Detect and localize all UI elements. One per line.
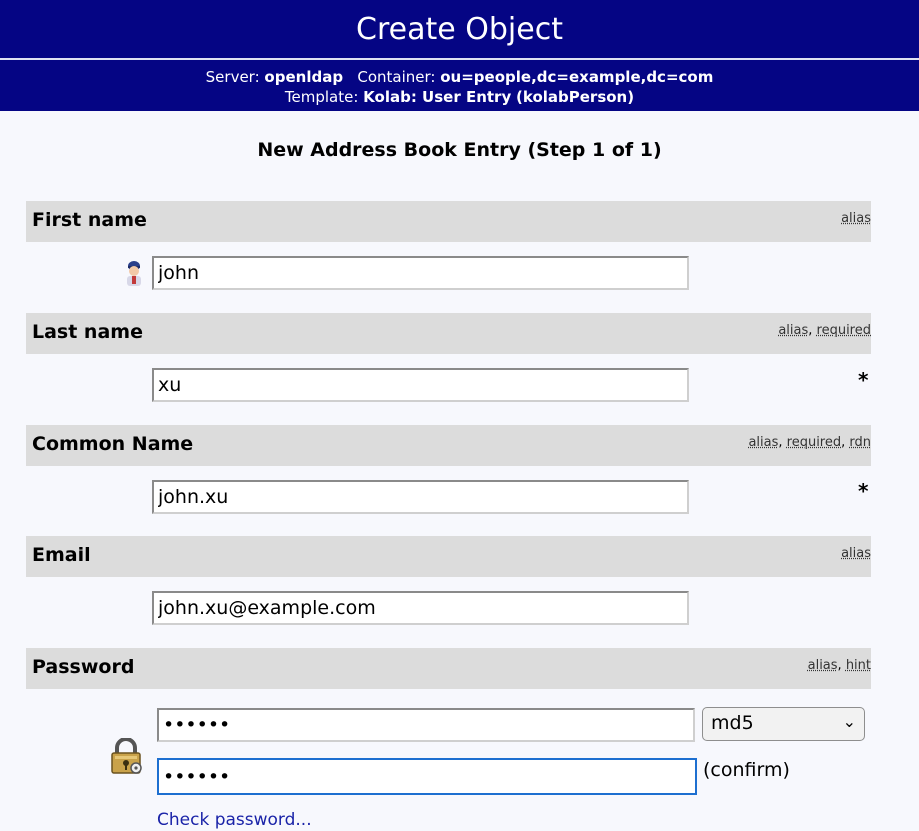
server-container-line: Server: openldap Container: ou=people,dc… xyxy=(0,67,919,87)
rdn-flag[interactable]: rdn xyxy=(849,435,871,450)
template-line: Template: Kolab: User Entry (kolabPerson… xyxy=(0,87,919,107)
common-name-section: Common Name alias, required, rdn xyxy=(26,425,871,466)
template-value: Kolab: User Entry xyxy=(363,88,512,106)
first-name-flags: alias xyxy=(841,211,871,226)
common-name-flags: alias, required, rdn xyxy=(748,435,871,450)
last-name-section: Last name alias, required xyxy=(26,313,871,354)
alias-flag[interactable]: alias xyxy=(778,323,808,338)
check-password-link[interactable]: Check password... xyxy=(157,810,312,830)
user-icon xyxy=(127,261,141,286)
server-value: openldap xyxy=(264,68,344,86)
first-name-section: First name alias xyxy=(26,201,871,242)
first-name-input[interactable] xyxy=(152,256,689,290)
alias-flag[interactable]: alias xyxy=(808,658,838,673)
required-flag[interactable]: required xyxy=(787,435,841,450)
common-name-input[interactable] xyxy=(152,480,689,514)
hint-flag[interactable]: hint xyxy=(846,658,871,673)
page-title: Create Object xyxy=(0,0,919,60)
form-heading: New Address Book Entry (Step 1 of 1) xyxy=(257,139,662,161)
lock-icon xyxy=(111,738,142,774)
template-label: Template: xyxy=(284,88,359,106)
confirm-label: (confirm) xyxy=(703,759,790,781)
password-input[interactable] xyxy=(157,708,695,742)
alias-flag[interactable]: alias xyxy=(841,546,871,561)
chevron-down-icon: ⌄ xyxy=(842,712,856,731)
email-flags: alias xyxy=(841,546,871,561)
last-name-flags: alias, required xyxy=(778,323,871,338)
required-marker: * xyxy=(858,368,869,392)
alias-flag[interactable]: alias xyxy=(841,211,871,226)
server-label: Server: xyxy=(205,68,260,86)
password-section: Password alias, hint xyxy=(26,648,871,689)
required-marker: * xyxy=(858,479,869,503)
email-input[interactable] xyxy=(152,591,689,625)
last-name-input[interactable] xyxy=(152,368,689,402)
first-name-label: First name xyxy=(32,209,147,231)
alias-flag[interactable]: alias xyxy=(748,435,778,450)
common-name-label: Common Name xyxy=(32,433,194,455)
container-value: ou=people,dc=example,dc=com xyxy=(440,68,714,86)
email-section: Email alias xyxy=(26,536,871,577)
server-info-bar: Server: openldap Container: ou=people,dc… xyxy=(0,60,919,111)
container-label: Container: xyxy=(357,68,436,86)
last-name-label: Last name xyxy=(32,321,143,343)
email-label: Email xyxy=(32,544,91,566)
required-flag[interactable]: required xyxy=(817,323,871,338)
password-label: Password xyxy=(32,656,135,678)
password-confirm-input[interactable] xyxy=(157,758,697,795)
password-flags: alias, hint xyxy=(807,658,871,673)
hash-type-select[interactable]: md5 ⌄ xyxy=(702,707,865,741)
template-class: (kolabPerson) xyxy=(516,88,635,106)
hash-type-value: md5 xyxy=(711,712,754,734)
